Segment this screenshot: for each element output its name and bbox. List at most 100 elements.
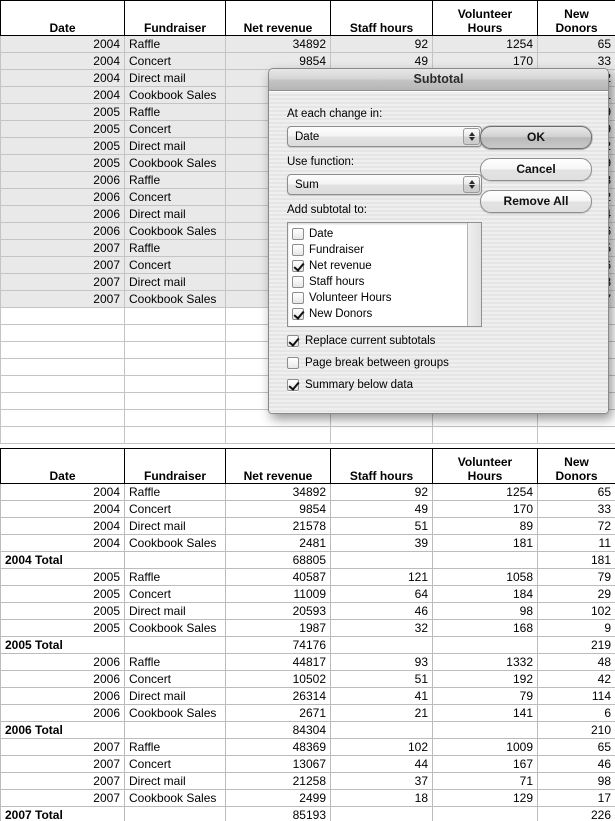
table-row[interactable]: 2005Raffle40587121105879	[0, 568, 615, 586]
cell-empty[interactable]	[225, 426, 331, 444]
cell-fundraiser[interactable]: Cookbook Sales	[124, 534, 226, 552]
cell-staff-hours[interactable]: 92	[330, 483, 433, 501]
cell-date[interactable]: 2005	[0, 154, 125, 172]
table-row[interactable]: 2004 Concert 9854 49 170 33	[0, 52, 615, 70]
cell-staff-hours[interactable]: 49	[330, 500, 433, 518]
cell-net-revenue[interactable]: 48369	[225, 738, 331, 756]
cell-fundraiser[interactable]: Concert	[124, 755, 226, 773]
cell-volunteer-hours[interactable]: 141	[432, 704, 538, 722]
cell-new-donors[interactable]: 48	[537, 653, 615, 671]
cell-staff-hours[interactable]: 102	[330, 738, 433, 756]
use-function-select[interactable]: Sum	[287, 174, 482, 195]
table-row[interactable]: 2007Raffle48369102100965	[0, 738, 615, 756]
cell-fundraiser[interactable]: Concert	[124, 585, 226, 603]
cell-date[interactable]: 2006	[0, 205, 125, 223]
listbox-item[interactable]: Staff hours	[292, 274, 468, 290]
cell-staff-hours[interactable]	[330, 636, 433, 654]
cell-fundraiser[interactable]: Concert	[124, 52, 226, 70]
table-row[interactable]: 2007Direct mail21258377198	[0, 772, 615, 790]
cell-net-revenue[interactable]: 40587	[225, 568, 331, 586]
column-header-date[interactable]: Date	[0, 0, 125, 36]
subtotal-row[interactable]: 2005 Total 74176 219	[0, 636, 615, 654]
cell-volunteer-hours[interactable]: 1254	[432, 483, 538, 501]
cell-new-donors[interactable]: 102	[537, 602, 615, 620]
cell-staff-hours[interactable]: 51	[330, 517, 433, 535]
table-row[interactable]: 2006Direct mail263144179114	[0, 687, 615, 705]
cell-new-donors[interactable]: 6	[537, 704, 615, 722]
cell-net-revenue[interactable]: 10502	[225, 670, 331, 688]
cell-fundraiser[interactable]: Raffle	[124, 653, 226, 671]
column-header-staff-hours[interactable]: Staff hours	[330, 0, 433, 36]
cell-fundraiser[interactable]: Raffle	[124, 568, 226, 586]
cell-net-revenue[interactable]: 9854	[225, 500, 331, 518]
cell-volunteer-hours[interactable]	[432, 806, 538, 821]
cell-date[interactable]: 2007	[0, 772, 125, 790]
cell-volunteer-hours[interactable]: 170	[432, 52, 538, 70]
cell-new-donors[interactable]: 65	[537, 483, 615, 501]
cell-fundraiser[interactable]: Direct mail	[124, 273, 226, 291]
cell-fundraiser[interactable]: Raffle	[124, 171, 226, 189]
cell-volunteer-hours[interactable]	[432, 551, 538, 569]
cell-new-donors[interactable]: 72	[537, 517, 615, 535]
cell-staff-hours[interactable]	[330, 806, 433, 821]
cell-volunteer-hours[interactable]: 79	[432, 687, 538, 705]
subtotal-row[interactable]: 2004 Total 68805 181	[0, 551, 615, 569]
column-header-new-donors[interactable]: New Donors	[537, 448, 615, 484]
cell-staff-hours[interactable]: 39	[330, 534, 433, 552]
cell-date[interactable]: 2007	[0, 738, 125, 756]
cell-net-revenue[interactable]: 1987	[225, 619, 331, 637]
cell-staff-hours[interactable]	[330, 551, 433, 569]
dialog-option-1[interactable]: Page break between groups	[287, 357, 449, 369]
cell-new-donors[interactable]: 181	[537, 551, 615, 569]
cell-net-revenue[interactable]: 21258	[225, 772, 331, 790]
cell-staff-hours[interactable]	[330, 721, 433, 739]
table-row[interactable]: 2006Cookbook Sales2671211416	[0, 704, 615, 722]
cell-volunteer-hours[interactable]: 167	[432, 755, 538, 773]
cell-fundraiser[interactable]	[124, 636, 226, 654]
column-header-net-revenue[interactable]: Net revenue	[225, 0, 331, 36]
cell-date[interactable]: 2004	[0, 69, 125, 87]
cell-fundraiser[interactable]: Cookbook Sales	[124, 86, 226, 104]
cell-volunteer-hours[interactable]: 184	[432, 585, 538, 603]
cell-net-revenue[interactable]: 26314	[225, 687, 331, 705]
cell-net-revenue[interactable]: 68805	[225, 551, 331, 569]
cell-subtotal-label[interactable]: 2005 Total	[0, 636, 125, 654]
cell-empty[interactable]	[0, 375, 125, 393]
cell-empty[interactable]	[0, 392, 125, 410]
table-row[interactable]: 2005Direct mail205934698102	[0, 602, 615, 620]
column-header-staff-hours[interactable]: Staff hours	[330, 448, 433, 484]
cell-net-revenue[interactable]: 44817	[225, 653, 331, 671]
at-each-change-select[interactable]: Date	[287, 126, 482, 147]
cell-staff-hours[interactable]: 92	[330, 35, 433, 53]
cell-volunteer-hours[interactable]: 129	[432, 789, 538, 807]
cell-fundraiser[interactable]: Direct mail	[124, 517, 226, 535]
table-row[interactable]: 2004 Concert 9854 49 170 33	[0, 500, 615, 518]
cell-net-revenue[interactable]: 85193	[225, 806, 331, 821]
column-header-volunteer-hours[interactable]: Volunteer Hours	[432, 448, 538, 484]
cell-empty[interactable]	[124, 358, 226, 376]
checkbox-checked-icon[interactable]	[292, 308, 304, 320]
cell-date[interactable]: 2005	[0, 568, 125, 586]
cell-volunteer-hours[interactable]: 1009	[432, 738, 538, 756]
cell-fundraiser[interactable]: Concert	[124, 120, 226, 138]
cell-volunteer-hours[interactable]	[432, 721, 538, 739]
cell-staff-hours[interactable]: 32	[330, 619, 433, 637]
listbox-item[interactable]: Net revenue	[292, 258, 468, 274]
add-subtotal-to-listbox[interactable]: Date Fundraiser Net revenue Staff hours Volu…	[287, 222, 482, 327]
table-row[interactable]: 2006Raffle4481793133248	[0, 653, 615, 671]
cell-date[interactable]: 2006	[0, 171, 125, 189]
cell-date[interactable]: 2006	[0, 670, 125, 688]
cell-fundraiser[interactable]: Direct mail	[124, 137, 226, 155]
table-row[interactable]: 2006Concert105025119242	[0, 670, 615, 688]
table-row[interactable]: 2004Direct mail21578518972	[0, 517, 615, 535]
column-header-date[interactable]: Date	[0, 448, 125, 484]
cell-empty[interactable]	[537, 426, 615, 444]
cell-net-revenue[interactable]: 20593	[225, 602, 331, 620]
cell-staff-hours[interactable]: 37	[330, 772, 433, 790]
cell-date[interactable]: 2004	[0, 500, 125, 518]
cell-staff-hours[interactable]: 46	[330, 602, 433, 620]
cell-date[interactable]: 2004	[0, 52, 125, 70]
cell-fundraiser[interactable]: Direct mail	[124, 602, 226, 620]
cell-net-revenue[interactable]: 2481	[225, 534, 331, 552]
cell-fundraiser[interactable]: Cookbook Sales	[124, 789, 226, 807]
